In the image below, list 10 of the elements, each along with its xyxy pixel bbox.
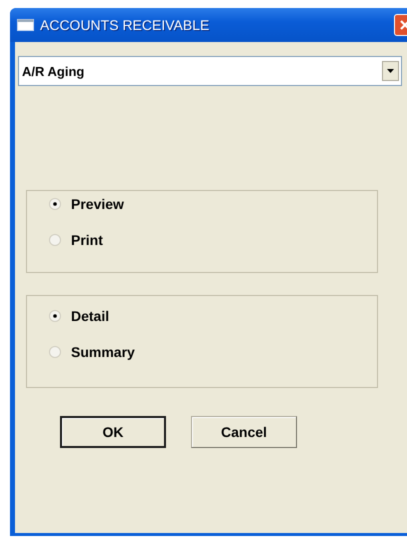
dropdown-caret-icon — [382, 61, 399, 81]
dialog-button[interactable]: OK — [60, 416, 166, 448]
report-dropdown[interactable]: A/R Aging — [18, 56, 402, 86]
radio-option[interactable]: Summary — [49, 344, 135, 360]
dialog-button[interactable]: Cancel — [191, 416, 297, 448]
radio-option[interactable]: Detail — [49, 308, 110, 324]
window-title: ACCOUNTS RECEIVABLE — [40, 17, 210, 33]
radio-option[interactable]: Preview — [49, 196, 124, 212]
window-icon — [17, 19, 34, 31]
radio-option[interactable]: Print — [49, 232, 103, 248]
